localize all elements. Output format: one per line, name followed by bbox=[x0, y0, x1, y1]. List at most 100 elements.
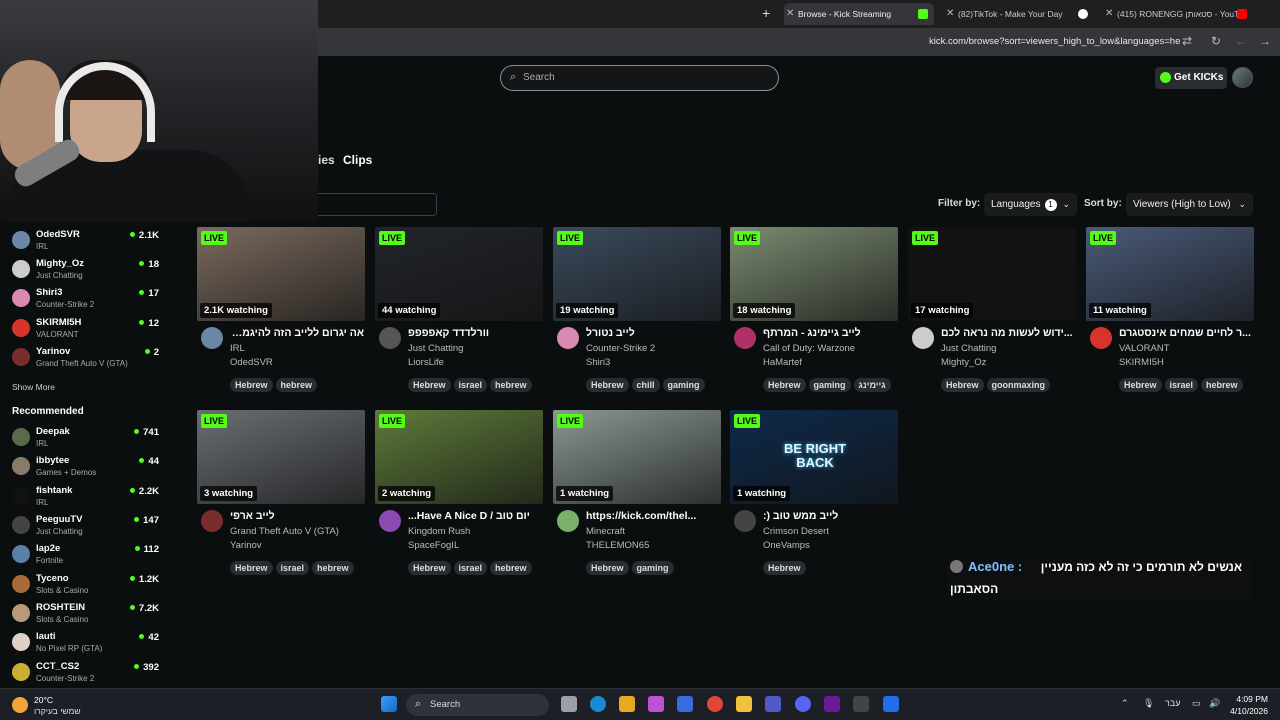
stream-title[interactable]: יום טוב / Have A Nice D... bbox=[408, 510, 542, 522]
nzxt-icon[interactable] bbox=[824, 696, 840, 712]
translate-icon[interactable]: ⇄ bbox=[1182, 34, 1192, 48]
get-kicks-button[interactable]: Get KICKs bbox=[1155, 67, 1227, 89]
stream-card[interactable]: LIVE 1 watching https://kick.com/thel... Mi… bbox=[553, 410, 721, 580]
streamer-name[interactable]: OneVamps bbox=[763, 540, 810, 551]
stream-title[interactable]: אה יגרום ללייב הזה להיגמר... bbox=[230, 327, 364, 339]
stream-category[interactable]: IRL bbox=[230, 343, 245, 354]
tag-pill[interactable]: hebrew bbox=[490, 378, 532, 392]
tag-pill[interactable]: hebrew bbox=[490, 561, 532, 575]
stream-card[interactable]: LIVE 11 watching ...ר לחיים שמחים אינסטגרם… bbox=[1086, 227, 1254, 397]
stream-thumbnail[interactable]: LIVE 2.1K watching bbox=[197, 227, 365, 321]
stream-category[interactable]: Call of Duty: Warzone bbox=[763, 343, 855, 354]
streamer-avatar[interactable] bbox=[1090, 327, 1112, 349]
close-tab-icon[interactable]: ✕ bbox=[786, 3, 794, 25]
user-avatar[interactable] bbox=[1232, 67, 1253, 88]
task-view-icon[interactable] bbox=[561, 696, 577, 712]
sort-dropdown[interactable]: Viewers (High to Low) ⌄ bbox=[1126, 193, 1253, 216]
streamer-name[interactable]: Shiri3 bbox=[586, 357, 610, 368]
close-tab-icon[interactable]: ✕ bbox=[1105, 3, 1113, 25]
streamer-avatar[interactable] bbox=[201, 510, 223, 532]
tag-pill[interactable]: Hebrew bbox=[763, 378, 806, 392]
obs-icon[interactable] bbox=[853, 696, 869, 712]
streamer-name[interactable]: LiorsLife bbox=[408, 357, 444, 368]
streamer-name[interactable]: SpaceFogIL bbox=[408, 540, 459, 551]
streamer-avatar[interactable] bbox=[379, 327, 401, 349]
tag-pill[interactable]: Hebrew bbox=[586, 561, 629, 575]
tab-categories[interactable]: ies bbox=[318, 153, 335, 167]
tag-pill[interactable]: Hebrew bbox=[941, 378, 984, 392]
stream-thumbnail[interactable]: LIVE 11 watching bbox=[1086, 227, 1254, 321]
app-icon[interactable] bbox=[677, 696, 693, 712]
stream-category[interactable]: Minecraft bbox=[586, 526, 625, 537]
language-indicator[interactable]: עבר bbox=[1165, 698, 1180, 708]
close-tab-icon[interactable]: ✕ bbox=[946, 3, 954, 25]
app-icon[interactable] bbox=[883, 696, 899, 712]
tag-pill[interactable]: Hebrew bbox=[763, 561, 806, 575]
tag-pill[interactable]: hebrew bbox=[312, 561, 354, 575]
streamer-name[interactable]: Mighty_Oz bbox=[941, 357, 986, 368]
sidebar-item-fishtank[interactable]: fishtank IRL 2.2K bbox=[12, 485, 159, 511]
sidebar-item-mighty_oz[interactable]: Mighty_Oz Just Chatting 18 bbox=[12, 258, 159, 284]
stream-card[interactable]: LIVE 2.1K watching אה יגרום ללייב הזה להיג… bbox=[197, 227, 365, 397]
tag-pill[interactable]: goonmaxing bbox=[986, 378, 1051, 392]
streamer-avatar[interactable] bbox=[557, 327, 579, 349]
streamer-name[interactable]: HaMartef bbox=[763, 357, 802, 368]
streamer-name[interactable]: OdedSVR bbox=[230, 357, 273, 368]
streamer-name[interactable]: Yarinov bbox=[230, 540, 262, 551]
stream-category[interactable]: Just Chatting bbox=[408, 343, 463, 354]
tag-pill[interactable]: israel bbox=[453, 561, 488, 575]
stream-thumbnail[interactable]: BE RIGHT BACK LIVE 1 watching bbox=[730, 410, 898, 504]
tab-kick[interactable]: ✕ Browse - Kick Streaming bbox=[784, 3, 934, 25]
streamer-avatar[interactable] bbox=[379, 510, 401, 532]
taskbar-search[interactable]: ⌕ Search bbox=[406, 694, 549, 716]
tag-pill[interactable]: israel bbox=[453, 378, 488, 392]
start-icon[interactable] bbox=[381, 696, 397, 712]
search-input[interactable]: ⌕ Search bbox=[500, 65, 779, 91]
stream-thumbnail[interactable]: LIVE 3 watching bbox=[197, 410, 365, 504]
stream-title[interactable]: ...ר לחיים שמחים אינסטגרם bbox=[1119, 327, 1253, 339]
languages-dropdown[interactable]: Languages 1 ⌄ bbox=[984, 193, 1077, 216]
file-explorer-icon[interactable] bbox=[736, 696, 752, 712]
stream-title[interactable]: https://kick.com/thel... bbox=[586, 510, 720, 522]
stream-thumbnail[interactable]: LIVE 44 watching bbox=[375, 227, 543, 321]
stream-card[interactable]: LIVE 44 watching וורלדדד קאפפפפ Just Chatti… bbox=[375, 227, 543, 397]
stream-category[interactable]: Crimson Desert bbox=[763, 526, 829, 537]
stream-card[interactable]: LIVE 17 watching ...ידוש לעשות מה נראה לכם… bbox=[908, 227, 1076, 397]
stream-title[interactable]: וורלדדד קאפפפפ bbox=[408, 327, 542, 339]
tag-pill[interactable]: Hebrew bbox=[408, 561, 451, 575]
tag-pill[interactable]: Hebrew bbox=[1119, 378, 1162, 392]
sidebar-item-yarinov[interactable]: Yarinov Grand Theft Auto V (GTA) 2 bbox=[12, 346, 159, 372]
new-tab-icon[interactable]: + bbox=[762, 5, 770, 21]
tab-tiktok[interactable]: ✕ (82)TikTok - Make Your Day bbox=[944, 3, 1094, 25]
stream-thumbnail[interactable]: LIVE 19 watching bbox=[553, 227, 721, 321]
tag-pill[interactable]: Hebrew bbox=[586, 378, 629, 392]
tab-clips[interactable]: Clips bbox=[343, 153, 372, 167]
network-icon[interactable]: ▭ bbox=[1192, 698, 1201, 709]
tag-pill[interactable]: hebrew bbox=[275, 378, 318, 392]
sidebar-item-lap2e[interactable]: lap2e Fortnite 112 bbox=[12, 543, 159, 569]
sidebar-item-odedsvr[interactable]: OdedSVR IRL 2.1K bbox=[12, 229, 159, 255]
stream-card[interactable]: LIVE 18 watching לייב גיימינג - המרתף Call … bbox=[730, 227, 898, 397]
stream-title[interactable]: לייב נטורל bbox=[586, 327, 720, 339]
tag-pill[interactable]: גיימינג bbox=[853, 378, 891, 392]
sidebar-item-lauti[interactable]: lauti No Pixel RP (GTA) 42 bbox=[12, 631, 159, 657]
teams-icon[interactable] bbox=[765, 696, 781, 712]
tag-pill[interactable]: israel bbox=[1164, 378, 1199, 392]
stream-title[interactable]: לייב גיימינג - המרתף bbox=[763, 327, 897, 339]
sidebar-item-cct_cs2[interactable]: CCT_CS2 Counter-Strike 2 392 bbox=[12, 661, 159, 687]
sidebar-item-ibbytee[interactable]: ibbytee Games + Demos 44 bbox=[12, 455, 159, 481]
show-more-link[interactable]: Show More bbox=[12, 382, 55, 392]
stream-thumbnail[interactable]: LIVE 1 watching bbox=[553, 410, 721, 504]
forward-icon[interactable]: → bbox=[1259, 34, 1271, 48]
tag-pill[interactable]: israel bbox=[275, 561, 310, 575]
streamer-name[interactable]: SKIRMI5H bbox=[1119, 357, 1164, 368]
tag-pill[interactable]: Hebrew bbox=[230, 378, 273, 392]
clock[interactable]: 4:09 PM 4/10/2026 bbox=[1228, 693, 1268, 717]
stream-category[interactable]: Grand Theft Auto V (GTA) bbox=[230, 526, 339, 537]
tab-youtube[interactable]: ✕ (415) RONENGG סטאותן - YouT bbox=[1103, 3, 1253, 25]
sidebar-item-tyceno[interactable]: Tyceno Slots & Casino 1.2K bbox=[12, 573, 159, 599]
streamer-avatar[interactable] bbox=[734, 327, 756, 349]
mic-icon[interactable]: 🎙 bbox=[1143, 698, 1154, 709]
stream-card[interactable]: LIVE 19 watching לייב נטורל Counter-Strike … bbox=[553, 227, 721, 397]
stream-thumbnail[interactable]: LIVE 17 watching bbox=[908, 227, 1076, 321]
